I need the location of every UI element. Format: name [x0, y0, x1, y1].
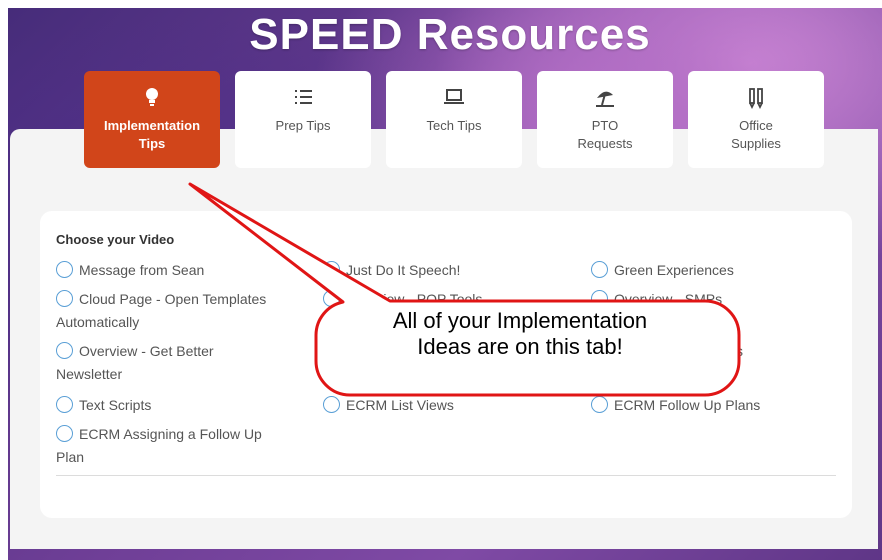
callout-bubble	[188, 182, 741, 397]
callout-text: All of your Implementation Ideas are on …	[392, 308, 648, 359]
